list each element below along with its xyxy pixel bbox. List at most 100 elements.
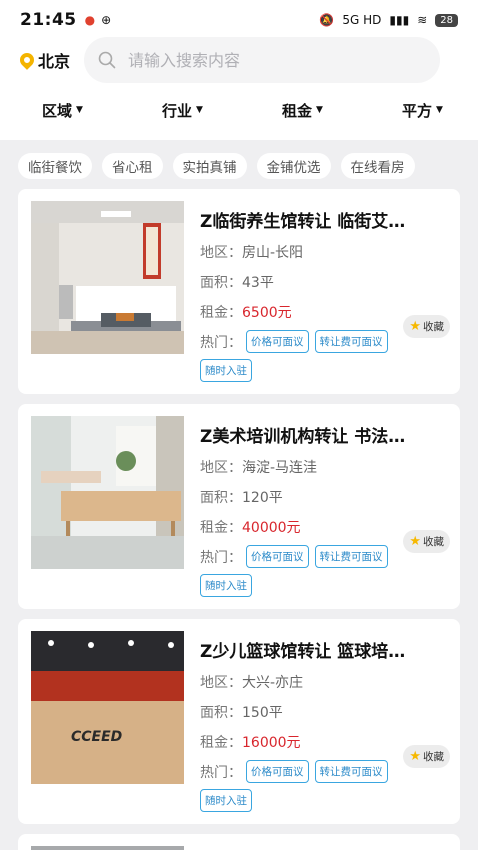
hot-tags: 热门： 价格可面议 转让费可面议 随时入驻 xyxy=(200,545,410,597)
status-right: 🔕 5G HD ▮▮▮ ≋ 28 xyxy=(319,13,458,27)
size-label: 面积： xyxy=(200,275,242,291)
listing-photo: CCEED xyxy=(31,631,184,784)
tag-chip[interactable]: 临街餐饮 xyxy=(18,153,92,179)
svg-text:CCEED: CCEED xyxy=(71,729,122,745)
rent-label: 租金： xyxy=(200,520,242,536)
hot-label: 热门： xyxy=(200,549,242,566)
tag-chip[interactable]: 金铺优选 xyxy=(256,153,331,179)
filter-label: 区域 xyxy=(42,101,73,120)
search-input[interactable] xyxy=(128,50,399,70)
feature-chip: 价格可面议 xyxy=(246,760,309,783)
listing-photo xyxy=(31,846,184,850)
feature-chip: 转让费可面议 xyxy=(314,545,388,568)
app-icon: ⊕ xyxy=(101,13,112,27)
size-value: 43平 xyxy=(242,275,274,291)
listing-card[interactable] xyxy=(18,834,460,850)
filter-row: 区域 ▼ 行业 ▼ 租金 ▼ 平方 ▼ xyxy=(0,92,478,128)
filter-label: 平方 xyxy=(402,101,433,120)
top-bar: 北京 xyxy=(0,37,478,83)
signal-icon: ▮▮▮ xyxy=(389,13,410,27)
filter-area[interactable]: 平方 ▼ xyxy=(402,100,443,121)
district-label: 地区： xyxy=(200,460,242,476)
listing-card[interactable]: Z美术培训机构转让 书法… 地区：海淀-马连洼 面积：120平 租金：40000… xyxy=(18,404,460,609)
filter-label: 租金 xyxy=(282,101,313,120)
favorite-label: 收藏 xyxy=(423,536,444,548)
district-label: 地区： xyxy=(200,245,242,261)
listing-area: 临街餐饮 省心租 实拍真铺 金铺优选 在线看房 Z临街养生馆转让 临街艾… 地区… xyxy=(0,140,478,850)
hot-tags: 热门： 价格可面议 转让费可面议 随时入驻 xyxy=(200,330,410,382)
listing-photo xyxy=(31,416,184,569)
listing-district: 地区：大兴-亦庄 xyxy=(200,672,452,692)
listing-size: 面积：150平 xyxy=(200,702,452,722)
rent-label: 租金： xyxy=(200,735,242,751)
hot-label: 热门： xyxy=(200,764,242,781)
status-bar: 21:45 ● ⊕ 🔕 5G HD ▮▮▮ ≋ 28 xyxy=(0,0,478,40)
caret-down-icon: ▼ xyxy=(76,105,83,115)
tag-chip[interactable]: 省心租 xyxy=(102,153,163,179)
listing-district: 地区：海淀-马连洼 xyxy=(200,457,452,477)
feature-chip: 随时入驻 xyxy=(200,574,252,597)
weibo-icon: ● xyxy=(84,13,96,27)
size-value: 120平 xyxy=(242,490,283,506)
tag-chip[interactable]: 在线看房 xyxy=(340,153,415,179)
feature-chip: 随时入驻 xyxy=(200,789,252,812)
district-label: 地区： xyxy=(200,675,242,691)
star-icon: ★ xyxy=(409,749,421,764)
listing-title: Z美术培训机构转让 书法… xyxy=(200,427,406,447)
size-label: 面积： xyxy=(200,490,242,506)
favorite-button[interactable]: ★ 收藏 xyxy=(403,315,450,338)
listing-card[interactable]: CCEED Z少儿篮球馆转让 篮球培… 地区：大兴-亦庄 面积：150平 租金：… xyxy=(18,619,460,824)
filter-label: 行业 xyxy=(162,101,193,120)
listing-title: Z少儿篮球馆转让 篮球培… xyxy=(200,642,406,662)
network-label: 5G HD xyxy=(342,13,382,27)
caret-down-icon: ▼ xyxy=(316,105,323,115)
star-icon: ★ xyxy=(409,319,421,334)
listing-size: 面积：43平 xyxy=(200,272,452,292)
district-value: 大兴-亦庄 xyxy=(242,675,304,691)
size-value: 150平 xyxy=(242,705,283,721)
battery-icon: 28 xyxy=(435,13,458,27)
city-label: 北京 xyxy=(38,52,71,71)
rent-value: 6500元 xyxy=(242,305,292,321)
filter-rent[interactable]: 租金 ▼ xyxy=(282,100,323,121)
caret-down-icon: ▼ xyxy=(436,105,443,115)
listing-photo xyxy=(31,201,184,354)
status-time: 21:45 xyxy=(20,10,77,30)
listing-info: Z少儿篮球馆转让 篮球培… 地区：大兴-亦庄 面积：150平 租金：16000元… xyxy=(200,637,452,812)
rent-value: 40000元 xyxy=(242,520,301,536)
size-label: 面积： xyxy=(200,705,242,721)
rent-label: 租金： xyxy=(200,305,242,321)
tag-chip[interactable]: 实拍真铺 xyxy=(172,153,247,179)
feature-chip: 转让费可面议 xyxy=(314,760,388,783)
feature-chip: 转让费可面议 xyxy=(314,330,388,353)
caret-down-icon: ▼ xyxy=(196,105,203,115)
feature-chip: 价格可面议 xyxy=(246,545,309,568)
quick-tags: 临街餐饮 省心租 实拍真铺 金铺优选 在线看房 xyxy=(0,140,478,179)
listing-district: 地区：房山-长阳 xyxy=(200,242,452,262)
district-value: 房山-长阳 xyxy=(242,245,304,261)
feature-chip: 随时入驻 xyxy=(200,359,252,382)
listing-info: Z美术培训机构转让 书法… 地区：海淀-马连洼 面积：120平 租金：40000… xyxy=(200,422,452,597)
listing-card[interactable]: Z临街养生馆转让 临街艾… 地区：房山-长阳 面积：43平 租金：6500元 热… xyxy=(18,189,460,394)
filter-industry[interactable]: 行业 ▼ xyxy=(162,100,203,121)
favorite-label: 收藏 xyxy=(423,321,444,333)
filter-region[interactable]: 区域 ▼ xyxy=(42,100,83,121)
notification-icons: ● ⊕ xyxy=(85,13,112,27)
listing-title: Z临街养生馆转让 临街艾… xyxy=(200,212,406,232)
favorite-button[interactable]: ★ 收藏 xyxy=(403,745,450,768)
listing-size: 面积：120平 xyxy=(200,487,452,507)
district-value: 海淀-马连洼 xyxy=(242,460,318,476)
listing-info: Z临街养生馆转让 临街艾… 地区：房山-长阳 面积：43平 租金：6500元 热… xyxy=(200,207,452,382)
mute-icon: 🔕 xyxy=(319,13,335,27)
favorite-button[interactable]: ★ 收藏 xyxy=(403,530,450,553)
wifi-icon: ≋ xyxy=(417,13,428,27)
search-icon xyxy=(98,51,116,69)
city-selector[interactable]: 北京 xyxy=(17,48,71,72)
feature-chip: 价格可面议 xyxy=(246,330,309,353)
hot-tags: 热门： 价格可面议 转让费可面议 随时入驻 xyxy=(200,760,410,812)
rent-value: 16000元 xyxy=(242,735,301,751)
search-bar[interactable] xyxy=(84,37,441,83)
hot-label: 热门： xyxy=(200,334,242,351)
star-icon: ★ xyxy=(409,534,421,549)
favorite-label: 收藏 xyxy=(423,751,444,763)
